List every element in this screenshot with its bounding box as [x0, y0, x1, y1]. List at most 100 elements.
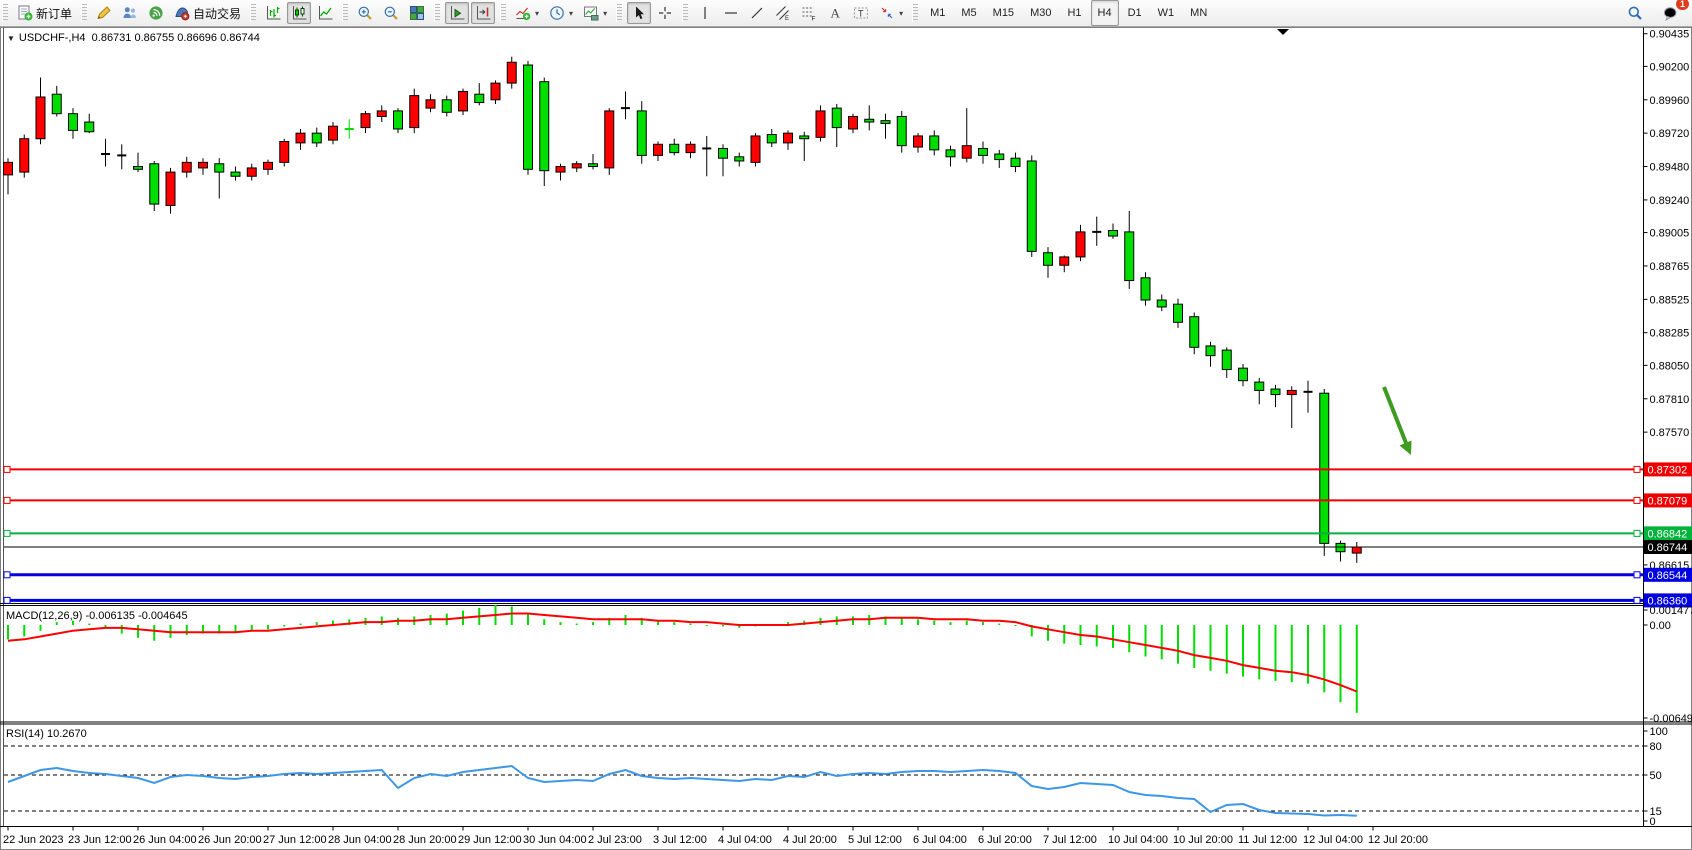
templates-icon	[583, 5, 599, 21]
crosshair-button[interactable]	[653, 2, 677, 24]
chevron-down-icon[interactable]: ▾	[899, 9, 903, 18]
periods-button[interactable]: ▾	[545, 2, 577, 24]
templates-button[interactable]: ▾	[579, 2, 611, 24]
toolbar-group	[350, 0, 432, 26]
notification-badge: 1	[1676, 0, 1689, 10]
hline-handle[interactable]	[1634, 497, 1640, 503]
chevron-down-icon[interactable]: ▾	[535, 9, 539, 18]
horizontal-line-icon	[723, 5, 739, 21]
signals-button[interactable]	[144, 2, 168, 24]
candlestick-chart-icon	[291, 5, 307, 21]
svg-text:0.001477: 0.001477	[1650, 605, 1692, 617]
hline-handle[interactable]	[4, 572, 10, 578]
search-button[interactable]	[1623, 2, 1647, 24]
svg-text:100: 100	[1650, 726, 1668, 738]
zoom-out-button[interactable]	[379, 2, 403, 24]
label-button[interactable]: T	[849, 2, 873, 24]
metaeditor-button[interactable]	[92, 2, 116, 24]
timeframe-d1-button[interactable]: D1	[1121, 0, 1149, 26]
chart-window: 0.904350.902000.899600.897200.894800.892…	[0, 27, 1692, 850]
indicators-button[interactable]: ▾	[511, 2, 543, 24]
community-button[interactable]	[118, 2, 142, 24]
timeframe-m15-button[interactable]: M15	[986, 0, 1021, 26]
svg-text:6 Jul 04:00: 6 Jul 04:00	[913, 834, 967, 846]
svg-text:3 Jul 12:00: 3 Jul 12:00	[653, 834, 707, 846]
search-icon	[1627, 5, 1643, 21]
text-icon: A	[827, 5, 843, 21]
svg-text:0.87810: 0.87810	[1650, 394, 1690, 406]
svg-text:0.88285: 0.88285	[1650, 328, 1690, 340]
hline-handle[interactable]	[4, 466, 10, 472]
chart-shift-button[interactable]	[471, 2, 495, 24]
toolbar-button-label: 自动交易	[193, 5, 241, 22]
trendline-icon	[749, 5, 765, 21]
svg-text:2 Jul 23:00: 2 Jul 23:00	[588, 834, 642, 846]
vertical-line-button[interactable]	[693, 2, 717, 24]
hline-handle[interactable]	[4, 530, 10, 536]
svg-text:0.89480: 0.89480	[1650, 162, 1690, 174]
chart-canvas[interactable]: 0.904350.902000.899600.897200.894800.892…	[0, 27, 1692, 850]
candlestick-chart-button[interactable]	[287, 2, 311, 24]
arrows-button[interactable]: ▾	[875, 2, 907, 24]
timeframe-h4-button[interactable]: H4	[1091, 0, 1119, 26]
trendline-button[interactable]	[745, 2, 769, 24]
channel-icon: E	[775, 5, 791, 21]
timeframe-m30-button[interactable]: M30	[1023, 0, 1058, 26]
chevron-down-icon[interactable]: ▾	[603, 9, 607, 18]
notifications-button[interactable]: 1	[1659, 2, 1683, 24]
top-toolbar: 新订单 自动交易 ▾ ▾ ▾ E FAT ▾ M1M5M15M30H1H4D1W1MN 1	[0, 0, 1692, 27]
cursor-button[interactable]	[627, 2, 651, 24]
fibonacci-icon: F	[801, 5, 817, 21]
community-icon	[122, 5, 138, 21]
svg-text:7 Jul 12:00: 7 Jul 12:00	[1043, 834, 1097, 846]
toolbar-grip	[616, 4, 622, 22]
auto-scroll-button[interactable]	[445, 2, 469, 24]
svg-text:E: E	[785, 16, 789, 21]
hline-handle[interactable]	[1634, 466, 1640, 472]
text-button[interactable]: A	[823, 2, 847, 24]
bar-chart-button[interactable]	[261, 2, 285, 24]
svg-text:12 Jul 20:00: 12 Jul 20:00	[1368, 834, 1428, 846]
cursor-icon	[631, 5, 647, 21]
hline-handle[interactable]	[4, 597, 10, 603]
svg-text:11 Jul 12:00: 11 Jul 12:00	[1238, 834, 1297, 846]
fibonacci-button[interactable]: F	[797, 2, 821, 24]
horizontal-line-button[interactable]	[719, 2, 743, 24]
svg-text:29 Jun 12:00: 29 Jun 12:00	[458, 834, 522, 846]
timeframe-mn-button[interactable]: MN	[1183, 0, 1214, 26]
mt4-terminal: { "toolbar": { "groups": [ {"buttons": […	[0, 0, 1692, 850]
arrows-icon	[879, 5, 895, 21]
autotrading-icon	[174, 5, 190, 21]
hline-handle[interactable]	[1634, 530, 1640, 536]
svg-text:0.88765: 0.88765	[1650, 261, 1690, 273]
zoom-in-button[interactable]	[353, 2, 377, 24]
line-chart-button[interactable]	[313, 2, 337, 24]
autotrading-button[interactable]: 自动交易	[170, 2, 245, 24]
zoom-out-icon	[383, 5, 399, 21]
chart-title: ▼USDCHF-,H4 0.86731 0.86755 0.86696 0.86…	[7, 32, 260, 44]
line-chart-icon	[317, 5, 333, 21]
zoom-in-icon	[357, 5, 373, 21]
hline-handle[interactable]	[1634, 597, 1640, 603]
hline-handle[interactable]	[4, 497, 10, 503]
timeframe-h1-button[interactable]: H1	[1060, 0, 1088, 26]
chevron-down-icon[interactable]: ▼	[7, 34, 15, 43]
svg-text:0.87302: 0.87302	[1648, 464, 1688, 476]
svg-text:0.86842: 0.86842	[1648, 528, 1688, 540]
svg-text:5 Jul 12:00: 5 Jul 12:00	[848, 834, 902, 846]
tile-windows-button[interactable]	[405, 2, 429, 24]
svg-text:4 Jul 20:00: 4 Jul 20:00	[783, 834, 837, 846]
chevron-down-icon[interactable]: ▾	[569, 9, 573, 18]
toolbar-grip	[250, 4, 256, 22]
hline-handle[interactable]	[1634, 572, 1640, 578]
indicators-icon	[515, 5, 531, 21]
timeframe-w1-button[interactable]: W1	[1151, 0, 1182, 26]
svg-text:23 Jun 12:00: 23 Jun 12:00	[68, 834, 132, 846]
bar-chart-icon	[265, 5, 281, 21]
timeframe-m1-button[interactable]: M1	[923, 0, 952, 26]
new-order-button[interactable]: 新订单	[13, 2, 76, 24]
timeframe-m5-button[interactable]: M5	[954, 0, 983, 26]
svg-text:6 Jul 20:00: 6 Jul 20:00	[978, 834, 1032, 846]
toolbar-group	[442, 0, 498, 26]
channel-button[interactable]: E	[771, 2, 795, 24]
